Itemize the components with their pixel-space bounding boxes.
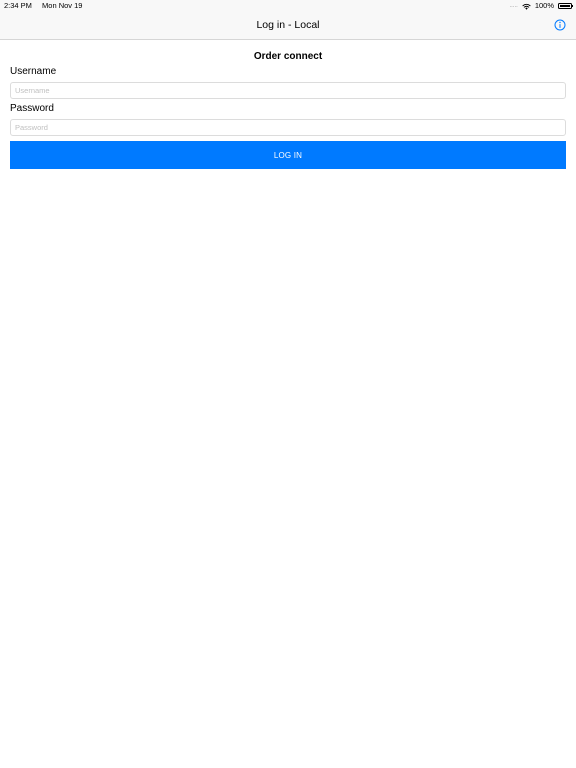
username-input[interactable]	[10, 82, 566, 99]
wifi-icon	[522, 3, 531, 10]
battery-fill	[560, 5, 570, 7]
status-time: 2:34 PM	[4, 1, 32, 10]
username-label: Username	[10, 66, 57, 77]
battery-icon	[558, 3, 573, 9]
password-input[interactable]	[10, 119, 566, 136]
status-date: Mon Nov 19	[42, 1, 83, 10]
password-label: Password	[10, 103, 54, 114]
navigation-bar: Log in - Local	[0, 12, 576, 40]
battery-percent: 100%	[534, 1, 554, 10]
cellular-signal-icon: .....	[509, 3, 518, 9]
form-heading: Order connect	[253, 51, 323, 62]
login-form: Order connect Username Password LOG IN	[0, 40, 576, 169]
status-left: 2:34 PM Mon Nov 19	[4, 0, 82, 12]
nav-title: Log in - Local	[256, 19, 320, 31]
login-button[interactable]: LOG IN	[10, 141, 566, 169]
status-right: ..... 100%	[509, 0, 573, 12]
status-bar: 2:34 PM Mon Nov 19 ..... 100%	[0, 0, 576, 12]
info-circle-icon[interactable]	[554, 19, 566, 31]
